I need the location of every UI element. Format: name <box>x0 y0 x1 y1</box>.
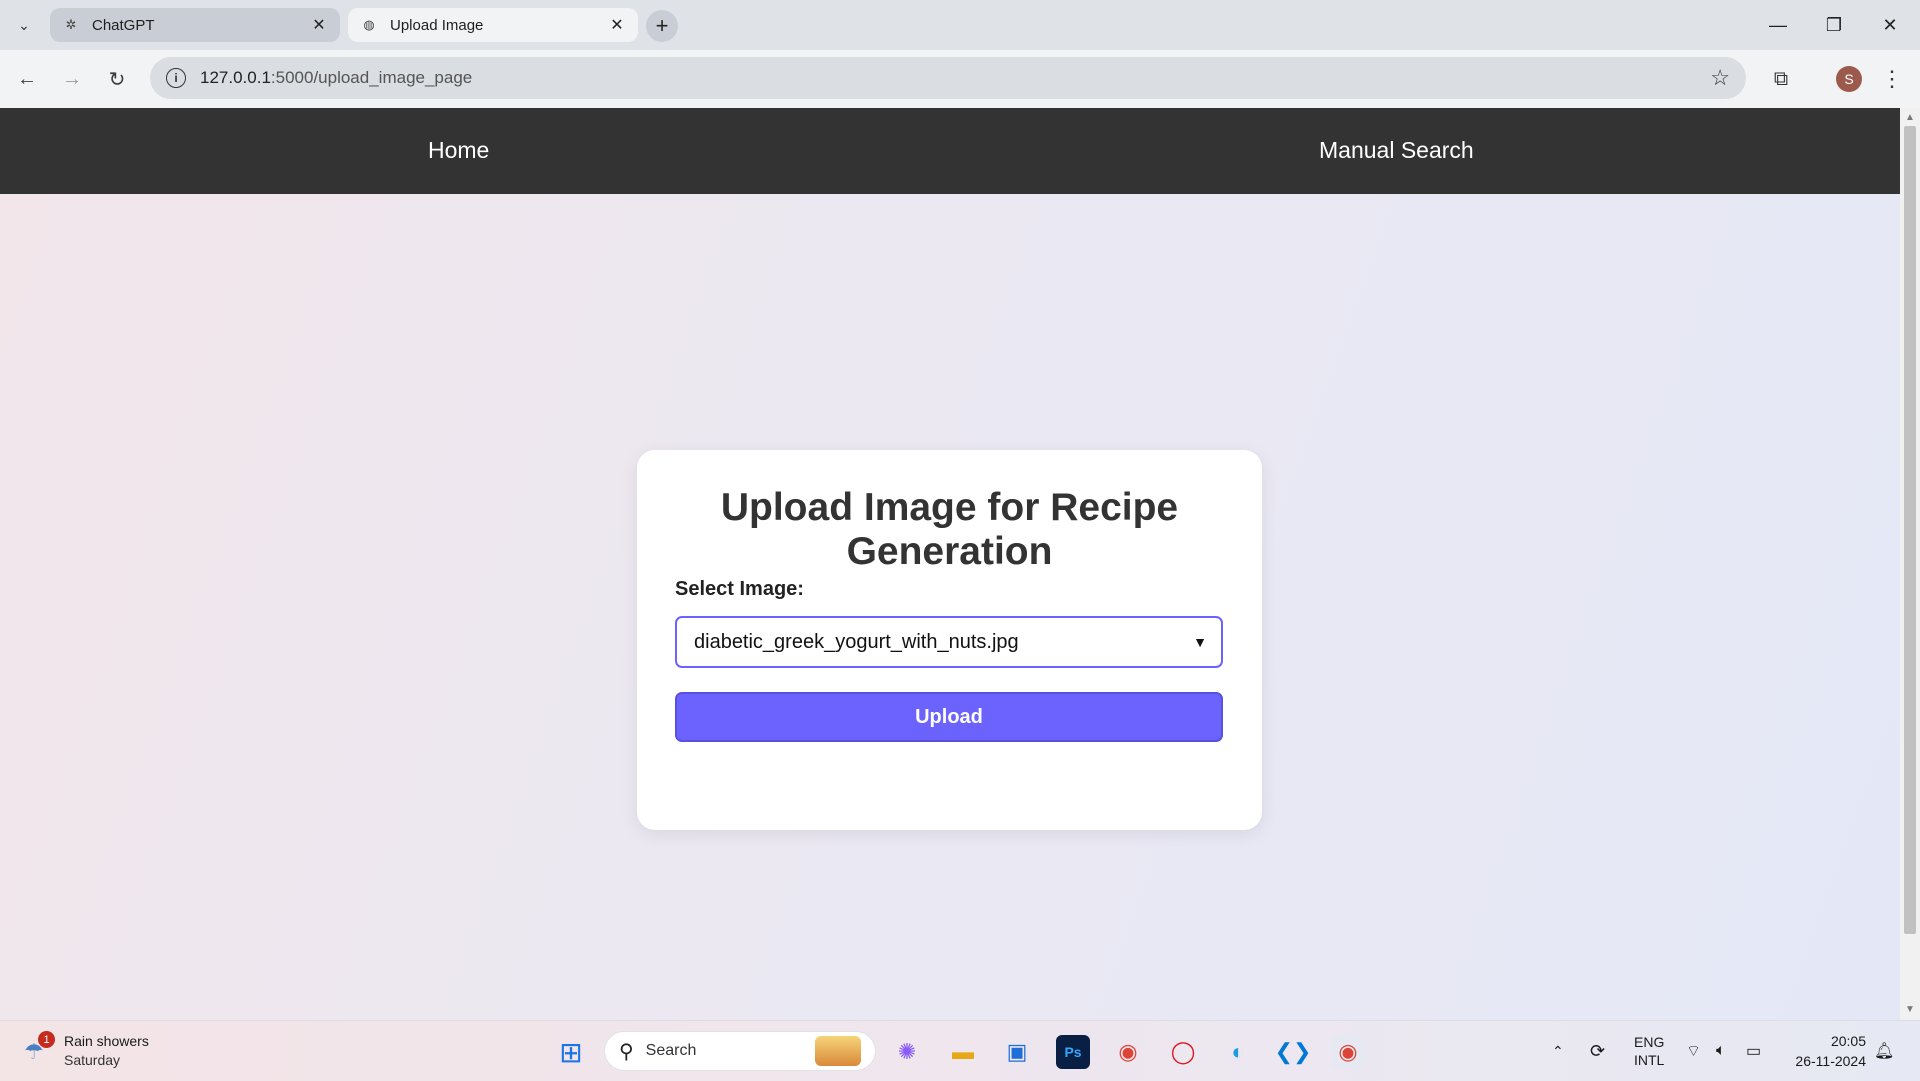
clock-time: 20:05 <box>1830 1033 1866 1049</box>
upload-card: Upload Image for Recipe Generation Selec… <box>637 450 1262 830</box>
weather-text: Rain showers <box>64 1033 149 1049</box>
close-window-button[interactable]: ✕ <box>1870 10 1910 40</box>
forward-button[interactable]: → <box>56 63 88 95</box>
browser-menu-icon[interactable]: ⋮ <box>1880 64 1904 94</box>
avatar[interactable]: S <box>1836 66 1862 92</box>
file-explorer-icon[interactable]: ▬ <box>946 1035 980 1069</box>
weather-day: Saturday <box>64 1052 121 1068</box>
close-icon[interactable]: ✕ <box>608 16 626 34</box>
system-clock[interactable]: 20:05 26-11-2024 <box>1776 1031 1866 1071</box>
browser-toolbar: ← → ↻ i 127.0.0.1:5000/upload_image_page… <box>0 50 1920 109</box>
minimize-button[interactable]: — <box>1758 10 1798 40</box>
url-path: :5000/upload_image_page <box>270 68 473 87</box>
selected-image-value: diabetic_greek_yogurt_with_nuts.jpg <box>694 630 1019 653</box>
image-select[interactable]: diabetic_greek_yogurt_with_nuts.jpg ▼ <box>675 616 1223 668</box>
bookmark-star-icon[interactable]: ☆ <box>1710 65 1730 91</box>
battery-icon[interactable]: ▭ <box>1746 1021 1761 1081</box>
globe-icon: ◍ <box>363 17 375 32</box>
volume-icon[interactable]: 🔈︎ <box>1716 1021 1726 1081</box>
url-host: 127.0.0.1 <box>200 68 271 87</box>
nav-link-manual-search[interactable]: Manual Search <box>1319 137 1474 164</box>
vscode-icon[interactable]: ❮❯ <box>1275 1035 1312 1069</box>
chrome-icon[interactable]: ◉ <box>1111 1035 1145 1069</box>
tab-title: Upload Image <box>390 16 484 34</box>
tab-title: ChatGPT <box>92 16 155 34</box>
search-placeholder: Search <box>645 1042 697 1059</box>
reload-button[interactable]: ↻ <box>101 63 133 95</box>
page-scrollbar[interactable]: ▲ ▼ <box>1900 108 1920 1020</box>
site-info-icon[interactable]: i <box>166 68 186 88</box>
weather-widget[interactable]: ☂ 1 Rain showers Saturday <box>22 1031 182 1071</box>
upload-button[interactable]: Upload <box>675 692 1223 742</box>
taskbar-search-input[interactable]: ⚲ Search <box>604 1031 876 1071</box>
site-navbar: Home Manual Search <box>0 108 1900 194</box>
clock-date: 26-11-2024 <box>1795 1053 1866 1069</box>
new-tab-button[interactable]: + <box>646 10 678 42</box>
chatgpt-icon: ✲ <box>65 17 77 32</box>
chrome-active-icon[interactable]: ◉ <box>1331 1035 1365 1069</box>
tab-upload-image[interactable]: ◍ Upload Image ✕ <box>348 8 638 42</box>
microsoft-store-icon[interactable]: ▣ <box>1000 1035 1034 1069</box>
copilot-icon[interactable]: ✺ <box>890 1035 924 1069</box>
nav-link-home[interactable]: Home <box>428 137 489 164</box>
sync-icon[interactable]: ⟳ <box>1590 1021 1605 1081</box>
scroll-down-arrow-icon[interactable]: ▼ <box>1904 1004 1916 1016</box>
close-icon[interactable]: ✕ <box>310 16 328 34</box>
address-bar[interactable]: i 127.0.0.1:5000/upload_image_page ☆ <box>150 57 1746 99</box>
notification-bell-icon[interactable]: 🔔︎ <box>1874 1041 1894 1061</box>
lang-top: ENG <box>1634 1034 1665 1050</box>
tab-chatgpt[interactable]: ✲ ChatGPT ✕ <box>50 8 340 42</box>
search-highlight-image <box>815 1036 861 1066</box>
tab-search-icon[interactable]: ⌄ <box>10 12 38 38</box>
scroll-up-arrow-icon[interactable]: ▲ <box>1904 112 1916 124</box>
photoshop-icon[interactable]: Ps <box>1056 1035 1090 1069</box>
weather-badge: 1 <box>38 1031 55 1048</box>
select-image-label: Select Image: <box>675 578 804 600</box>
lang-bottom: INTL <box>1634 1052 1665 1068</box>
windows-start-icon[interactable]: ⊞ <box>554 1035 588 1069</box>
opera-icon[interactable]: ◯ <box>1166 1035 1200 1069</box>
edge-icon[interactable]: ◐ <box>1221 1035 1255 1069</box>
url-text[interactable]: 127.0.0.1:5000/upload_image_page <box>200 68 1710 88</box>
show-hidden-icons-icon[interactable]: ⌃ <box>1552 1021 1564 1081</box>
extensions-icon[interactable]: ⧉ <box>1766 64 1796 94</box>
wifi-icon[interactable]: ⌔ <box>1686 1021 1701 1081</box>
page-title: Upload Image for Recipe Generation <box>720 486 1179 573</box>
restore-button[interactable]: ❐ <box>1814 10 1854 40</box>
chevron-down-icon: ▼ <box>1193 634 1207 650</box>
search-icon: ⚲ <box>619 1040 634 1063</box>
windows-taskbar: ☂ 1 Rain showers Saturday ⊞ ⚲ Search ✺ ▬… <box>0 1020 1920 1081</box>
back-button[interactable]: ← <box>11 63 43 95</box>
page-viewport: Home Manual Search Upload Image for Reci… <box>0 108 1900 1020</box>
scrollbar-thumb[interactable] <box>1904 126 1916 934</box>
language-indicator[interactable]: ENG INTL <box>1634 1021 1664 1081</box>
browser-tab-bar: ⌄ ✲ ChatGPT ✕ ◍ Upload Image ✕ + — ❐ ✕ <box>0 0 1920 50</box>
